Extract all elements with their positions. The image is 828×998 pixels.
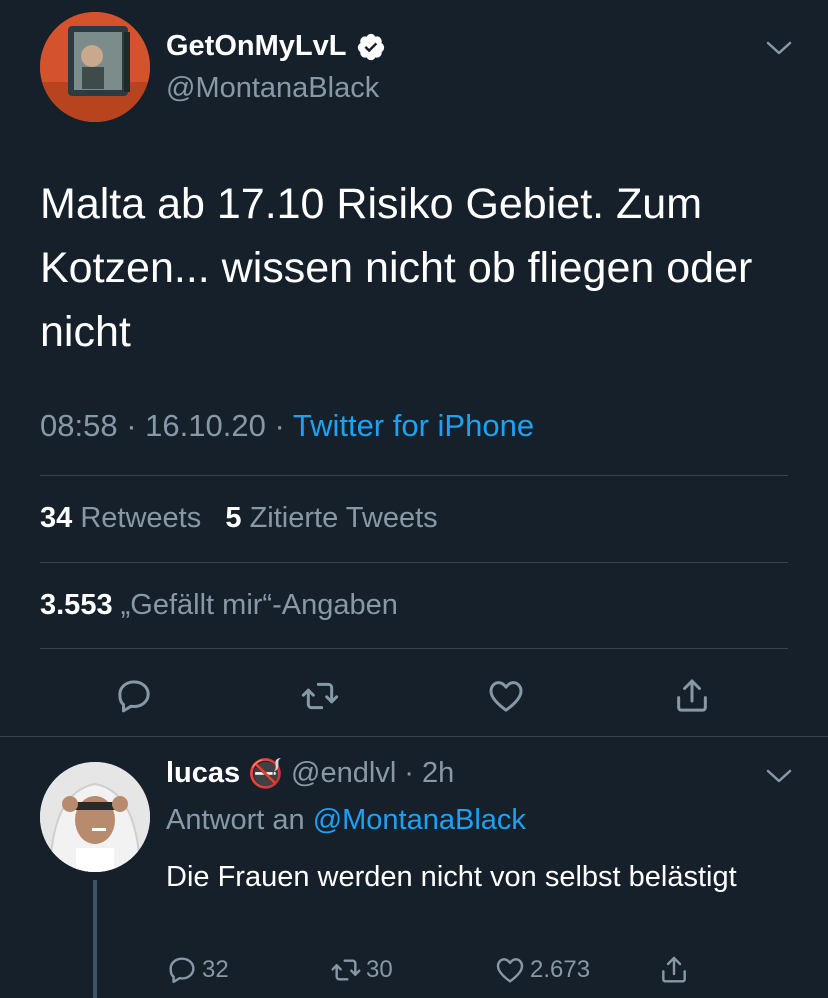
tweet-text: Malta ab 17.10 Risiko Gebiet. Zum Kotzen… [40,180,753,356]
divider [40,475,788,476]
like-icon[interactable] [486,676,526,716]
reply-handle[interactable]: @endlvl [291,757,396,790]
divider [0,736,828,737]
retweets-label: Retweets [80,502,202,534]
share-icon[interactable] [672,676,712,716]
divider [40,648,788,649]
reply-separator: · [404,757,414,789]
reply-text: Die Frauen werden nicht von selbst beläs… [166,861,737,893]
reply-retweet-button[interactable]: 30 [330,954,393,986]
engagement-stats: 34 Retweets 5 Zitierte Tweets [40,502,438,535]
reply-prefix: Antwort an [166,804,305,836]
author-handle[interactable]: @MontanaBlack [166,72,379,105]
tweet-detail-page: GetOnMyLvL @MontanaBlack Malta ab 17.10 … [0,0,828,998]
verified-badge-icon [358,33,385,60]
author-name-row[interactable]: GetOnMyLvL [166,30,386,63]
retweets-count: 34 [40,502,73,534]
likes-link[interactable]: 3.553 „Gefällt mir“-Angaben [40,589,398,622]
reply-reply-button[interactable]: 32 [166,954,229,986]
retweet-icon [331,959,361,981]
share-icon [662,956,686,983]
author-display-name[interactable]: GetOnMyLvL [166,30,346,63]
divider [40,562,788,563]
meta-separator: · [274,408,285,443]
tweet-meta: 08:58 · 16.10.20 · Twitter for iPhone [40,408,534,444]
reply-like-count: 2.673 [530,956,591,983]
chevron-down-icon[interactable] [764,38,794,58]
reply-icon[interactable] [114,676,154,716]
likes-count: 3.553 [40,589,113,621]
chevron-down-icon[interactable] [764,766,794,786]
tweet-date[interactable]: 16.10.20 [145,408,266,443]
replying-to: Antwort an @MontanaBlack [166,804,526,837]
reply-mention-link[interactable]: @MontanaBlack [313,804,526,836]
no-smoking-emoji: 🚭 [248,758,284,789]
reply-icon [169,957,195,984]
like-icon [496,958,524,983]
thread-line [93,880,97,998]
reply-display-name[interactable]: lucas [166,757,240,790]
reply-share-button[interactable] [658,954,690,986]
tweet-time[interactable]: 08:58 [40,408,118,443]
reply-retweet-count: 30 [366,956,393,983]
retweet-icon[interactable] [300,676,340,716]
reply-header: lucas 🚭 @endlvl · 2h [166,757,454,790]
quotes-label: Zitierte Tweets [249,502,438,534]
quotes-link[interactable]: 5 Zitierte Tweets [225,502,437,534]
meta-separator: · [126,408,137,443]
tweet-source-link[interactable]: Twitter for iPhone [293,408,534,443]
reply-age[interactable]: 2h [422,757,454,790]
likes-label: „Gefällt mir“-Angaben [120,589,398,621]
author-avatar[interactable] [40,12,150,122]
retweets-link[interactable]: 34 Retweets [40,502,201,534]
quotes-count: 5 [225,502,242,534]
reply-like-button[interactable]: 2.673 [494,954,590,986]
reply-reply-count: 32 [202,956,229,983]
reply-author-avatar[interactable] [40,762,150,872]
